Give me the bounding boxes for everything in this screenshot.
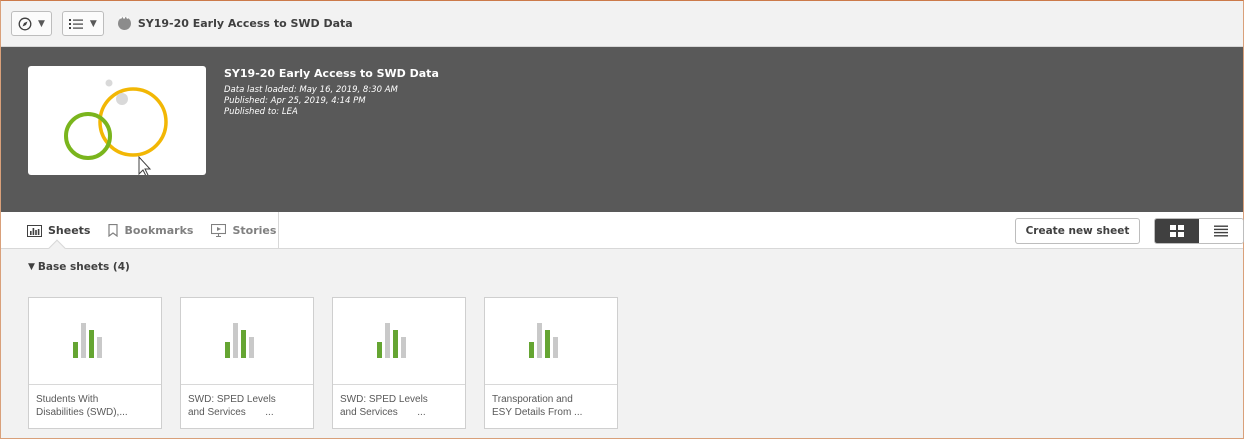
content-tab-bar: Sheets Bookmarks Stories Create new shee… (1, 212, 1244, 257)
bar-chart-icon (73, 323, 102, 358)
sheet-card[interactable]: SWD: SPED Levels and Services ... (180, 297, 314, 429)
sheet-thumbnail (181, 298, 313, 385)
bar-chart-icon (27, 224, 42, 237)
bar-chart-icon (225, 323, 254, 358)
published-app-icon (117, 15, 131, 30)
tab-stories[interactable]: Stories (211, 224, 276, 237)
list-view-button[interactable] (1199, 219, 1243, 243)
app-overview-header: SY19-20 Early Access to SWD Data Data la… (1, 47, 1243, 212)
sheets-panel: ▼ Base sheets (4) Students With Disabili… (1, 249, 1243, 438)
sheet-thumbnail (29, 298, 161, 385)
app-title: SY19-20 Early Access to SWD Data (117, 15, 353, 30)
create-new-sheet-button[interactable]: Create new sheet (1015, 218, 1140, 244)
base-sheets-toggle[interactable]: ▼ Base sheets (4) (28, 261, 130, 273)
sheet-card[interactable]: Transporation and ESY Details From ... (484, 297, 618, 429)
grid-view-button[interactable] (1155, 219, 1199, 243)
tab-sheets-label: Sheets (48, 224, 91, 237)
compass-icon (18, 17, 32, 30)
sheet-title: Students With Disabilities (SWD),... (36, 394, 128, 418)
bar-chart-icon (377, 323, 406, 358)
chevron-down-icon: ▼ (38, 18, 45, 29)
bookmark-icon (108, 224, 119, 237)
navigation-button[interactable]: ▼ (11, 11, 52, 36)
sheet-card[interactable]: SWD: SPED Levels and Services ... (332, 297, 466, 429)
tab-stories-label: Stories (232, 224, 277, 237)
app-logo-rings-icon (64, 79, 168, 177)
global-menu-button[interactable]: ▼ (61, 11, 104, 36)
base-sheets-title: Base sheets (4) (37, 261, 130, 273)
app-details: SY19-20 Early Access to SWD Data Data la… (224, 67, 439, 118)
sheet-thumbnail (485, 298, 617, 385)
triangle-down-icon: ▼ (28, 262, 35, 272)
list-view-icon (1214, 225, 1228, 237)
app-name: SY19-20 Early Access to SWD Data (224, 67, 439, 80)
chevron-down-icon: ▼ (89, 18, 97, 29)
list-menu-icon (68, 18, 83, 29)
presentation-icon (211, 224, 227, 237)
grid-view-icon (1170, 225, 1184, 237)
data-last-loaded: Data last loaded: May 16, 2019, 8:30 AM (224, 85, 398, 95)
tab-sheets[interactable]: Sheets (27, 224, 90, 237)
sheet-card[interactable]: Students With Disabilities (SWD),... (28, 297, 162, 429)
tab-bookmarks[interactable]: Bookmarks (108, 224, 193, 237)
app-thumbnail (28, 66, 206, 177)
published-date: Published: Apr 25, 2019, 4:14 PM (224, 96, 366, 106)
sheet-title: Transporation and ESY Details From ... (492, 394, 583, 418)
sheet-title: SWD: SPED Levels and Services ... (340, 394, 428, 418)
view-mode-toggle (1154, 218, 1244, 244)
sheet-thumbnail (333, 298, 465, 385)
sheet-title: SWD: SPED Levels and Services ... (188, 394, 276, 418)
app-title-text: SY19-20 Early Access to SWD Data (137, 17, 353, 30)
content-tabs: Sheets Bookmarks Stories (1, 212, 279, 249)
top-toolbar: ▼ ▼ SY19-20 Early Access to SWD Data (1, 1, 1243, 47)
published-to: Published to: LEA (224, 107, 298, 117)
tab-bookmarks-label: Bookmarks (124, 224, 194, 237)
bar-chart-icon (529, 323, 558, 358)
